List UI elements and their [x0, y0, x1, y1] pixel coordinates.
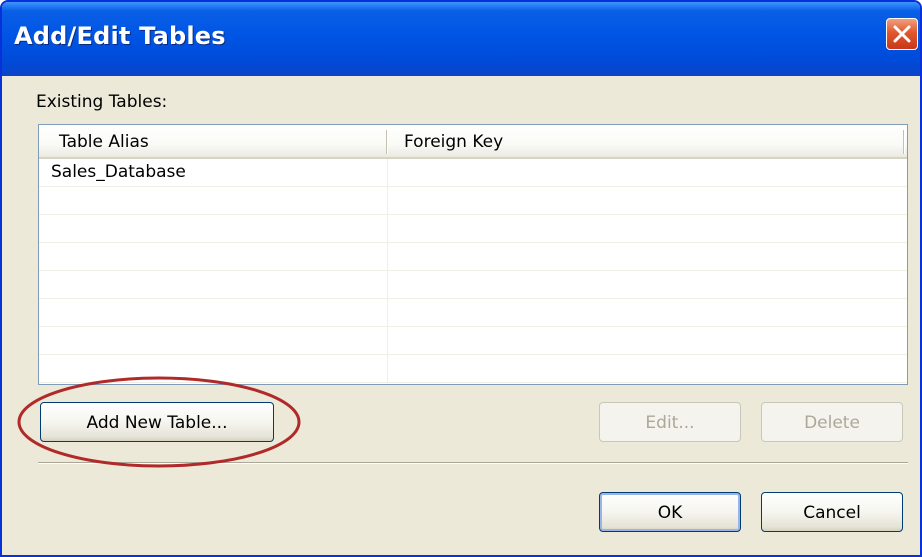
cell-foreign-key[interactable]	[388, 271, 907, 298]
edit-button[interactable]: Edit...	[599, 402, 741, 442]
cell-table-alias[interactable]: Sales_Database	[39, 159, 388, 186]
table-row[interactable]	[39, 187, 907, 215]
table-row[interactable]	[39, 243, 907, 271]
divider	[38, 462, 908, 464]
column-separator[interactable]	[386, 130, 388, 154]
cell-foreign-key[interactable]	[388, 215, 907, 242]
column-header-table-alias[interactable]: Table Alias	[39, 125, 388, 157]
cell-foreign-key[interactable]	[388, 159, 907, 186]
existing-tables-label: Existing Tables:	[36, 92, 168, 112]
cell-table-alias[interactable]	[39, 187, 388, 214]
cell-foreign-key[interactable]	[388, 187, 907, 214]
grid-rows: Sales_Database	[39, 159, 907, 383]
table-row[interactable]	[39, 271, 907, 299]
column-separator[interactable]	[903, 130, 905, 154]
cell-foreign-key[interactable]	[388, 355, 907, 382]
table-row[interactable]	[39, 215, 907, 243]
cell-table-alias[interactable]	[39, 327, 388, 354]
cell-table-alias[interactable]	[39, 355, 388, 382]
cell-table-alias[interactable]	[39, 215, 388, 242]
close-x-icon	[893, 25, 911, 43]
dialog-title: Add/Edit Tables	[14, 22, 226, 50]
grid-header: Table Alias Foreign Key	[39, 125, 907, 159]
add-new-table-button[interactable]: Add New Table...	[40, 402, 274, 442]
cell-table-alias[interactable]	[39, 243, 388, 270]
cancel-button[interactable]: Cancel	[761, 492, 903, 532]
cell-foreign-key[interactable]	[388, 327, 907, 354]
table-row[interactable]	[39, 355, 907, 383]
cell-foreign-key[interactable]	[388, 299, 907, 326]
cell-foreign-key[interactable]	[388, 243, 907, 270]
table-row[interactable]	[39, 327, 907, 355]
cell-table-alias[interactable]	[39, 299, 388, 326]
table-row[interactable]: Sales_Database	[39, 159, 907, 187]
title-bar: Add/Edit Tables	[2, 2, 920, 76]
table-row[interactable]	[39, 299, 907, 327]
column-header-foreign-key[interactable]: Foreign Key	[388, 125, 907, 157]
delete-button[interactable]: Delete	[761, 402, 903, 442]
ok-button[interactable]: OK	[599, 492, 741, 532]
add-edit-tables-dialog: Add/Edit Tables Existing Tables: Table A…	[0, 0, 922, 557]
cell-table-alias[interactable]	[39, 271, 388, 298]
close-button[interactable]	[886, 18, 918, 50]
tables-grid[interactable]: Table Alias Foreign Key Sales_Database	[38, 124, 908, 385]
